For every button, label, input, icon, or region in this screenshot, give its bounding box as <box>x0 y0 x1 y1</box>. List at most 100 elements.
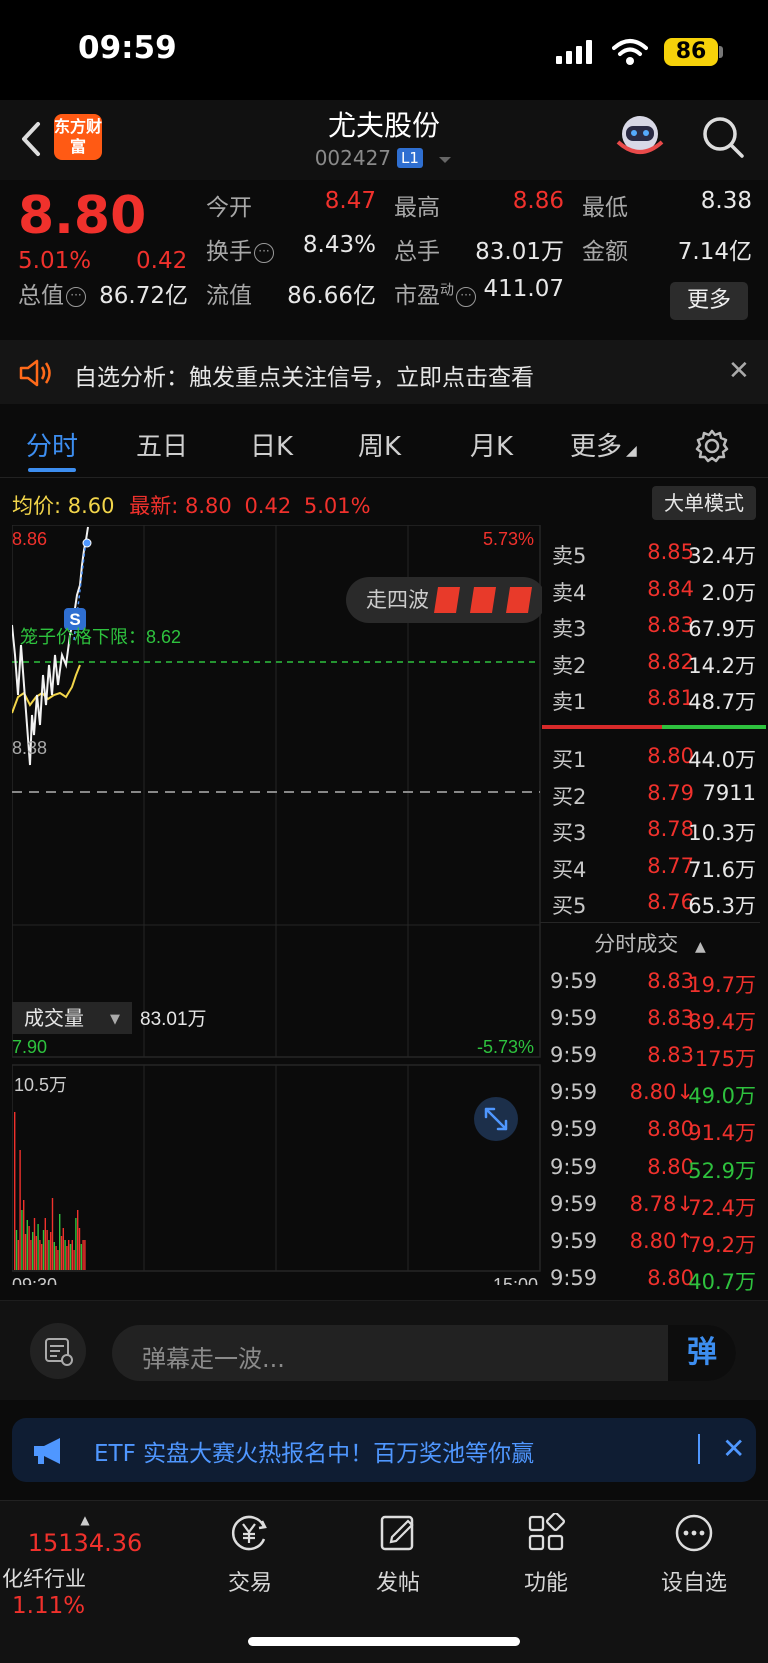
tick-time: 9:59 <box>550 1117 598 1142</box>
ask-price: 8.81 <box>647 686 694 711</box>
change-percent: 5.01% <box>18 248 92 274</box>
ask-label: 卖5 <box>552 544 587 568</box>
danmaku-settings-icon <box>45 1338 73 1366</box>
stock-code: 002427 <box>314 146 392 170</box>
big-order-mode-button[interactable]: 大单模式 <box>652 486 756 520</box>
tick-volume: 19.7万 <box>688 973 756 997</box>
alert-bar[interactable]: 自选分析：触发重点关注信号，立即点击查看 ✕ <box>0 340 768 404</box>
nav-post[interactable]: 发帖 <box>338 1513 458 1597</box>
ask-row[interactable]: 卖5 8.85 32.4万 <box>540 534 760 570</box>
bid-row[interactable]: 买3 8.78 10.3万 <box>540 811 760 847</box>
bid-label: 买5 <box>552 894 587 919</box>
volume-bar <box>66 1246 68 1270</box>
promo-banner[interactable]: ETF 实盘大赛火热报名中！百万奖池等你赢 ✕ <box>12 1418 756 1482</box>
high-label: 最高 <box>394 195 440 221</box>
volume-bars <box>14 1112 86 1270</box>
volume-bar <box>17 1240 19 1270</box>
ask-label: 卖1 <box>552 690 587 715</box>
tick-time: 9:59 <box>550 1154 598 1179</box>
tick-time: 9:59 <box>550 1006 598 1031</box>
sector-index[interactable]: ▲ 15134.36 化纤行业 1.11% <box>0 1513 170 1619</box>
low-value: 8.38 <box>700 188 752 214</box>
tab-daily-k[interactable]: 日K <box>250 426 293 463</box>
nav-add-watchlist[interactable]: 设自选 <box>634 1513 754 1597</box>
volume-bar <box>46 1230 48 1270</box>
settings-gear-icon[interactable] <box>694 428 730 464</box>
caret-up-icon: ▲ <box>694 939 706 955</box>
tick-price: 8.83 <box>647 1006 694 1031</box>
search-icon[interactable] <box>700 114 746 160</box>
bid-row[interactable]: 买5 8.76 65.3万 <box>540 884 760 920</box>
pe-label[interactable]: 市盈动 ··· <box>394 276 476 310</box>
bottom-nav: ▲ 15134.36 化纤行业 1.11% 交易 发帖 功能 设自选 <box>0 1500 768 1663</box>
tab-monthly-k[interactable]: 月K <box>470 426 513 463</box>
danmaku-toggle[interactable] <box>30 1323 86 1379</box>
tick-time: 9:59 <box>550 969 598 993</box>
mktcap-label[interactable]: 总值 ··· <box>18 276 86 310</box>
divider <box>698 1434 700 1464</box>
alert-text: 自选分析：触发重点关注信号，立即点击查看 <box>74 365 534 391</box>
ask-price: 8.82 <box>647 649 694 674</box>
volume-value: 83.01万 <box>475 239 564 265</box>
bid-row[interactable]: 买1 8.80 44.0万 <box>540 738 760 774</box>
tab-intraday[interactable]: 分时 <box>26 426 78 463</box>
tab-more-label: 更多 <box>570 432 623 462</box>
ask-volume: 67.9万 <box>688 617 756 642</box>
bid-label: 买1 <box>552 748 587 772</box>
volume-bar <box>23 1200 25 1270</box>
tick-price: 8.80 <box>647 1265 694 1290</box>
turnover-label[interactable]: 换手 ··· <box>206 232 274 266</box>
tick-price: 8.83 <box>647 1043 694 1068</box>
volume-bar <box>48 1240 50 1270</box>
ask-row[interactable]: 卖4 8.84 2.0万 <box>540 571 760 607</box>
volume-bar <box>39 1240 41 1270</box>
volume-bar <box>35 1236 37 1270</box>
bid-row[interactable]: 买2 8.79 7911 <box>540 775 760 811</box>
robot-assistant-icon[interactable] <box>614 112 666 160</box>
danmaku-send-button[interactable]: 弹 <box>668 1325 736 1381</box>
tick-volume: 79.2万 <box>688 1232 756 1257</box>
volume-bar <box>15 1230 18 1270</box>
bid-ask-ratio-bar <box>542 725 766 729</box>
tab-weekly-k[interactable]: 周K <box>358 426 401 463</box>
intraday-chart[interactable]: S 8.86 5.73% 笼子价格下限：8.62 8.38 7.90 -5.73… <box>12 525 542 1285</box>
latest-pct: 5.01% <box>303 494 371 518</box>
bid-row[interactable]: 买4 8.77 71.6万 <box>540 848 760 884</box>
latest-label: 最新: <box>129 494 179 518</box>
tick-time: 9:59 <box>550 1191 598 1216</box>
ticks-title[interactable]: 分时成交 ▲ <box>540 928 760 958</box>
high-value: 8.86 <box>512 188 564 214</box>
ask-row[interactable]: 卖1 8.81 48.7万 <box>540 680 760 716</box>
volume-bar <box>68 1240 70 1270</box>
nav-trade[interactable]: 交易 <box>190 1513 310 1597</box>
grid-apps-icon <box>528 1511 566 1551</box>
more-button[interactable]: 更多 <box>670 282 748 320</box>
amount-value: 7.14亿 <box>677 239 752 265</box>
trade-marker-dot <box>82 538 92 548</box>
volume-label: 总手 <box>394 239 440 265</box>
tab-more[interactable]: 更多 ◢ <box>570 426 637 463</box>
trade-yen-icon <box>232 1515 267 1551</box>
wifi-icon <box>612 39 648 65</box>
nav-functions[interactable]: 功能 <box>486 1511 606 1597</box>
volume-bar <box>41 1244 43 1270</box>
low-line-label: 8.38 <box>12 738 47 758</box>
tick-row: 9:59 8.83 19.7万 <box>540 964 760 1002</box>
volume-bar <box>19 1150 21 1270</box>
volume-selector-label: 成交量 <box>24 1006 84 1030</box>
nav-functions-label: 功能 <box>523 1571 568 1596</box>
volume-bar <box>42 1230 45 1270</box>
ask-row[interactable]: 卖2 8.82 14.2万 <box>540 644 760 680</box>
tab-five-day[interactable]: 五日 <box>136 426 188 463</box>
tick-time: 9:59 <box>550 1228 598 1253</box>
volume-bar <box>30 1240 32 1270</box>
avg-label: 均价: <box>12 494 62 518</box>
mktcap-text: 总值 <box>18 283 64 309</box>
close-icon[interactable]: ✕ <box>722 1432 745 1465</box>
volume-bar <box>82 1240 84 1270</box>
latest-change: 0.42 <box>244 494 292 518</box>
tick-row: 9:59 8.78↓ 72.4万 <box>540 1187 760 1225</box>
divider <box>540 922 760 923</box>
ask-row[interactable]: 卖3 8.83 67.9万 <box>540 607 760 643</box>
close-icon[interactable]: ✕ <box>728 356 750 386</box>
